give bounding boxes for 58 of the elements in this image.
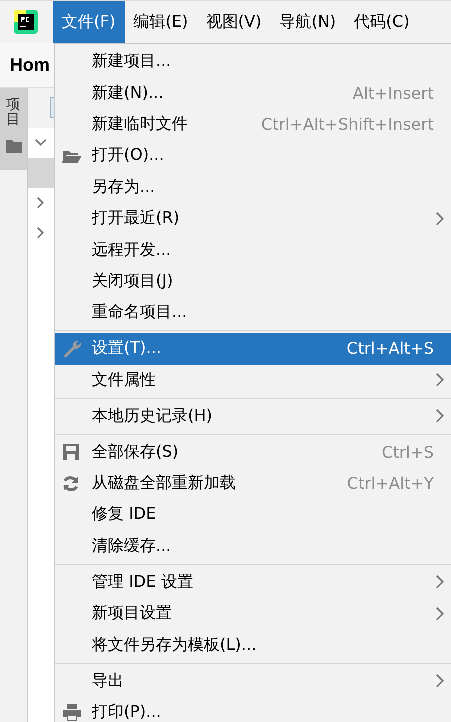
menu-item-label: 关闭项目(J) [92,270,174,292]
menu-item[interactable]: 新建(N)... Alt+Insert [55,77,451,109]
refresh-icon [62,474,80,493]
menu-item[interactable]: 从磁盘全部重新加载 Ctrl+Alt+Y [55,468,451,500]
menu-item-label: 管理 IDE 设置 [92,572,194,593]
menu-item[interactable]: 新建项目... [55,46,451,78]
menu-item[interactable]: 打开最近(R) [55,202,451,234]
menu-item-label: 本地历史记录(H) [92,406,213,427]
menu-item[interactable]: 打开(O)... [55,140,451,172]
menu-item-label: 另存为... [92,176,156,198]
wrench-icon [62,338,83,359]
menu-item[interactable]: 视图(V) [197,1,271,43]
menu-item[interactable]: 修复 IDE [55,499,451,531]
menu-item-label: 将文件另存为模板(L)... [92,634,257,656]
menu-item-label: 全部保存(S) [92,442,179,463]
menu-item-label: 新项目设置 [92,603,172,624]
menu-item[interactable]: 文件(F) [53,1,125,43]
shortcut-label: Ctrl+S [382,442,434,462]
menu-item-label: 新建项目... [92,51,172,72]
shortcut-label: Alt+Insert [353,84,434,103]
menu-item[interactable]: 远程开发... [55,234,451,266]
menu-item[interactable]: 管理 IDE 设置 [55,566,451,598]
menu-item[interactable]: 新项目设置 [55,598,451,630]
menu-item[interactable]: 另存为... [55,172,451,203]
menu-item-label: 文件属性 [92,370,156,391]
menu-item-label: 远程开发... [92,240,172,261]
menu-item-label: 打开最近(R) [92,208,180,230]
menu-item-label: 新建临时文件 [92,114,188,135]
menu-item-label: 清除缓存... [92,536,172,557]
app-logo-icon[interactable] [13,9,39,35]
folder-icon [4,138,22,154]
shortcut-label: Ctrl+Alt+Shift+Insert [261,114,434,134]
tool-window-tab[interactable]: 项目 [0,88,27,170]
shortcut-label: Ctrl+Alt+Y [347,474,434,494]
menu-item[interactable]: 全部保存(S) Ctrl+S [55,436,451,468]
menu-item[interactable]: 本地历史记录(H) [55,400,451,432]
menu-item-label: 打开(O)... [92,145,164,166]
menu-item[interactable]: 导航(N) [270,1,346,43]
menu-item[interactable]: 清除缓存... [55,530,451,562]
menu-item-label: 设置(T)... [92,338,162,360]
menu-item-label: 从磁盘全部重新加载 [92,473,236,494]
menu-item[interactable]: 打印(P)... [55,696,451,722]
menu-item[interactable]: 导出 [55,665,451,697]
shortcut-label: Ctrl+Alt+S [346,339,434,358]
menu-item-label: 重命名项目... [92,302,188,324]
menu-item[interactable]: 将文件另存为模板(L)... [55,629,451,661]
menu-item[interactable]: 编辑(E) [124,1,198,43]
menu-item-label: 修复 IDE [92,504,156,526]
menu-item-label: 打印(P)... [92,702,162,722]
menu-item[interactable]: 新建临时文件 Ctrl+Alt+Shift+Insert [55,108,451,140]
menu-item-label: 新建(N)... [92,82,164,104]
menu-item[interactable]: 重命名项目... [55,297,451,329]
menu-item-label: 导出 [92,670,124,692]
menu-item[interactable]: 关闭项目(J) [55,266,451,298]
menu-item[interactable]: 设置(T)... Ctrl+Alt+S [55,333,451,364]
tab-title: Hom [10,54,50,76]
menu-item[interactable]: 文件属性 [55,364,451,396]
menu-item[interactable]: 代码(C) [345,1,419,43]
